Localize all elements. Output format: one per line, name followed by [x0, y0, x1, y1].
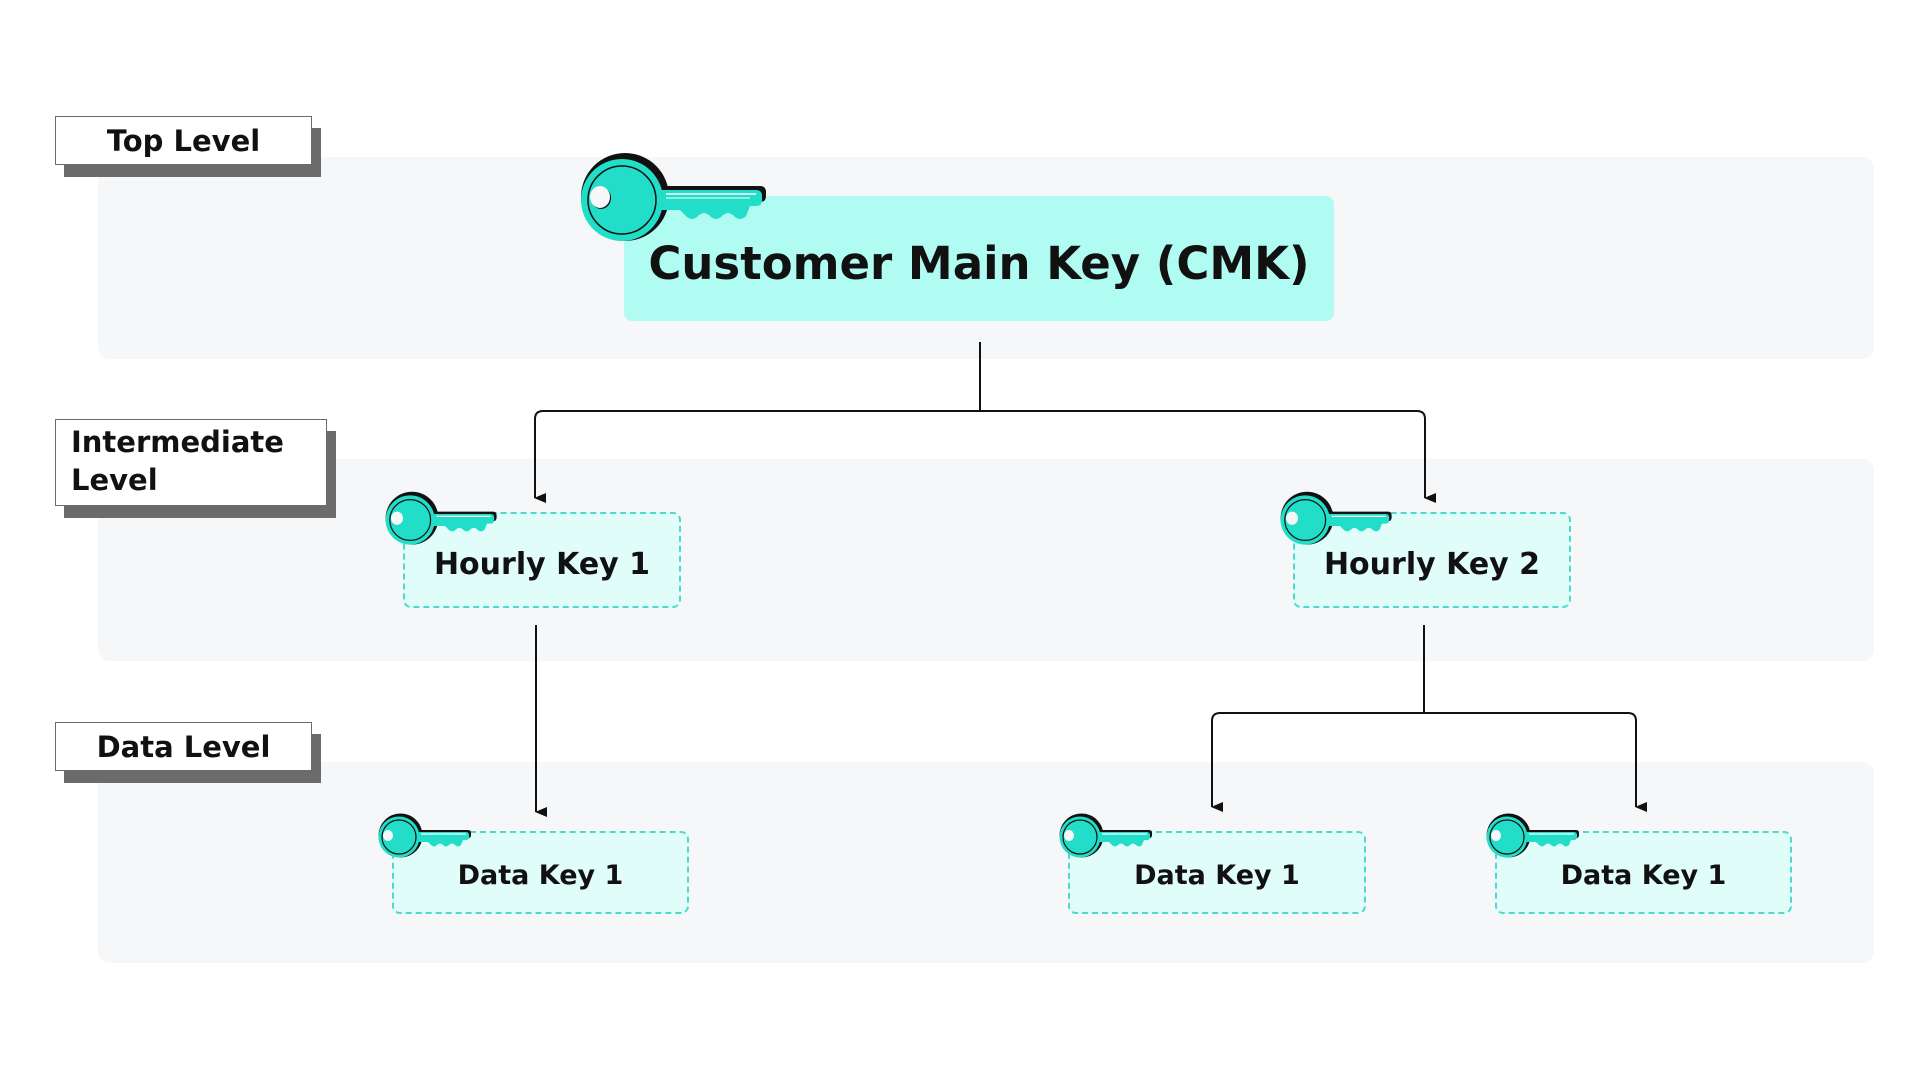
data-key-c-label: Data Key 1 — [1560, 860, 1727, 891]
key-icon — [1486, 813, 1579, 858]
edge-cmk-to-hourly-1 — [534, 410, 980, 503]
edge-cmk-to-hourly-2 — [980, 410, 1436, 503]
key-icon — [385, 491, 497, 545]
key-icon — [1059, 813, 1152, 858]
connector-lines — [534, 342, 1647, 817]
data-key-a-label: Data Key 1 — [457, 860, 624, 891]
key-icon — [1280, 491, 1392, 545]
key-icon — [581, 153, 766, 241]
edge-hourly-2-to-data-c — [1424, 712, 1647, 812]
hourly-key-1-label: Hourly Key 1 — [433, 546, 651, 582]
data-key-b-label: Data Key 1 — [1134, 860, 1300, 891]
edge-hourly-2-to-data-b — [1211, 712, 1424, 812]
hourly-key-2-label: Hourly Key 2 — [1323, 546, 1541, 582]
key-icon — [378, 813, 471, 858]
